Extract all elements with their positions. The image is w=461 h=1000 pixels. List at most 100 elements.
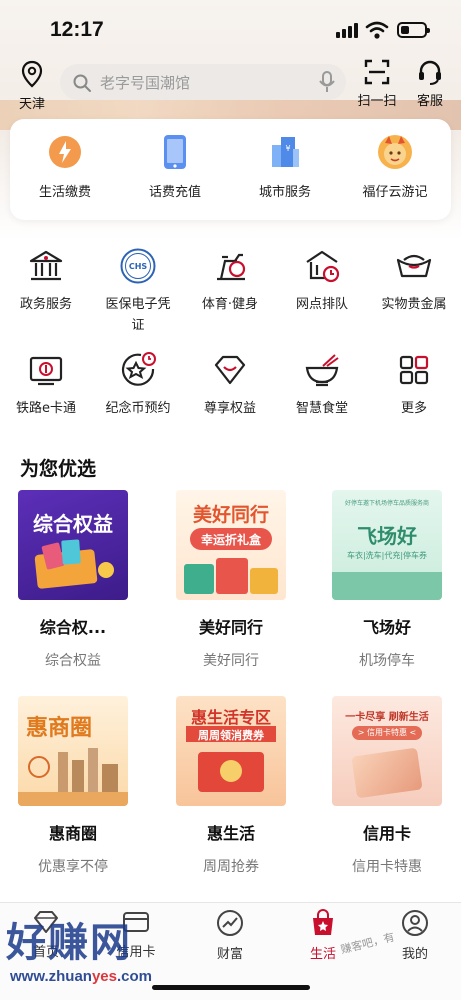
grid-item-smart-canteen[interactable]: 智慧食堂	[276, 350, 368, 419]
railway-card-icon	[29, 356, 63, 386]
scan-label: 扫一扫	[357, 94, 397, 109]
service-mascot-journey[interactable]: 福仔云游记	[340, 133, 450, 200]
city-icon: ¥	[272, 137, 299, 167]
battery-level	[401, 26, 409, 34]
gift-box-graphic	[216, 558, 248, 594]
offer-image-subtext: 幸运折礼盒	[200, 533, 261, 547]
car-graphic	[332, 572, 442, 600]
grid-item-exclusive-benefits[interactable]: 尊享权益	[184, 350, 276, 419]
grid-label: 网点排队	[295, 297, 348, 312]
grid-item-coin-reservation[interactable]: 纪念币预约	[92, 350, 184, 419]
location-pin-icon	[21, 60, 43, 88]
service-city[interactable]: ¥ 城市服务	[230, 133, 340, 200]
offer-card-benefits[interactable]: 综合权益 综合权... 综合权益	[8, 490, 138, 670]
grid-label: 纪念币预约	[105, 401, 171, 416]
service-label: 生活缴费	[38, 185, 91, 200]
coin-graphic	[220, 760, 242, 782]
offer-image-text: 惠商圈	[26, 716, 93, 741]
site-watermark: 好赚网	[6, 920, 132, 966]
service-phone-topup[interactable]: 话费充值	[120, 133, 230, 200]
offer-card-travel[interactable]: 美好同行 幸运折礼盒 美好同行 美好同行	[166, 490, 296, 670]
offer-image-subtext: > 信用卡特惠 <	[357, 728, 417, 737]
service-label: 福仔云游记	[362, 185, 428, 200]
grid-label: 医保电子凭证	[105, 297, 171, 333]
mascot-icon	[378, 135, 412, 169]
service-label: 城市服务	[258, 185, 311, 200]
offer-image-text: 美好同行	[192, 504, 269, 526]
watermark-url-suffix: .com	[116, 968, 152, 985]
offer-title: 飞场好	[362, 618, 411, 637]
grid-label: 政务服务	[19, 297, 72, 312]
microphone-icon[interactable]	[318, 70, 336, 94]
gift-box-graphic	[250, 568, 278, 594]
watermark-url-red: yes	[91, 968, 117, 985]
service-label: 客服	[416, 94, 443, 109]
offer-image: 惠商圈	[18, 696, 128, 806]
signal-icon	[336, 23, 358, 38]
offer-subtitle: 美好同行	[203, 653, 259, 669]
more-icon	[399, 355, 429, 385]
grid-item-precious-metals[interactable]: 实物贵金属	[368, 246, 460, 315]
grid-item-railway-card[interactable]: 铁路e卡通	[0, 350, 92, 419]
tab-label: 财富	[216, 947, 243, 962]
grid-item-more[interactable]: 更多	[368, 350, 460, 419]
status-bar: 12:17	[0, 0, 461, 58]
credit-card-graphic	[351, 747, 423, 799]
ground-graphic	[18, 792, 128, 806]
offer-title: 信用卡	[362, 824, 411, 843]
offer-image: 好停车邀下机场停车品质服务商 飞场好 车衣|洗车|代充|停车券	[332, 490, 442, 600]
offer-subtitle: 信用卡特惠	[352, 859, 422, 875]
offer-image: 综合权益	[18, 490, 128, 600]
offer-title: 惠生活	[206, 824, 255, 843]
phone-icon	[164, 135, 186, 169]
user-icon	[402, 910, 428, 936]
offer-subtitle: 优惠享不停	[38, 859, 108, 875]
grid-label: 更多	[400, 401, 427, 416]
site-watermark-url: www.zhuanyes.com	[10, 968, 152, 985]
grid-label: 体育·健身	[201, 297, 259, 312]
offer-card-business-district[interactable]: 惠商圈 惠商圈 优惠享不停	[8, 696, 138, 876]
building-graphic	[88, 748, 98, 792]
search-icon	[73, 74, 91, 92]
card-graphic	[61, 539, 81, 565]
customer-service-button[interactable]: 客服	[405, 58, 455, 109]
service-utility-payment[interactable]: 生活缴费	[10, 133, 120, 200]
search-bar[interactable]: 老字号国潮馆	[60, 64, 346, 100]
offer-image: 美好同行 幸运折礼盒	[176, 490, 286, 600]
offer-subtitle: 周周抢券	[203, 859, 259, 875]
tab-wealth[interactable]: 财富	[195, 909, 265, 962]
tab-label: 我的	[401, 947, 428, 962]
headset-icon	[419, 60, 441, 85]
branch-queue-icon	[306, 250, 340, 283]
grid-item-sports-fitness[interactable]: 体育·健身	[184, 246, 276, 315]
offer-card-credit-card[interactable]: 一卡尽享 刷新生活 > 信用卡特惠 < 信用卡 信用卡特惠	[322, 696, 452, 876]
battery-icon	[397, 22, 430, 38]
offer-card-life-zone[interactable]: 惠生活专区 周周领消费券 惠生活 周周抢券	[166, 696, 296, 876]
grid-label: 铁路e卡通	[16, 401, 76, 416]
offer-image-text: 惠生活专区	[190, 708, 271, 727]
scan-button[interactable]: 扫一扫	[352, 58, 402, 109]
offer-subtitle: 综合权益	[45, 653, 101, 669]
offer-image: 一卡尽享 刷新生活 > 信用卡特惠 <	[332, 696, 442, 806]
location-selector[interactable]: 天津	[12, 60, 52, 112]
offer-title: 惠商圈	[48, 824, 97, 843]
gift-box-graphic	[184, 564, 214, 594]
grid-label: 尊享权益	[203, 401, 256, 416]
grid-item-branch-queue[interactable]: 网点排队	[276, 246, 368, 315]
building-graphic	[72, 760, 84, 792]
grid-item-medical-insurance[interactable]: CHS 医保电子凭证	[92, 246, 184, 336]
service-label: 话费充值	[148, 185, 201, 200]
chart-icon	[217, 910, 243, 936]
scan-icon	[364, 59, 390, 85]
chs-badge-text: CHS	[129, 262, 148, 271]
coin-icon	[121, 352, 156, 386]
coin-graphic	[98, 562, 114, 578]
building-graphic	[58, 752, 68, 792]
offer-image-subtext: 车衣|洗车|代充|停车券	[346, 551, 428, 560]
offer-image-text: 一卡尽享 刷新生活	[345, 712, 429, 723]
offer-card-airport-parking[interactable]: 好停车邀下机场停车品质服务商 飞场好 车衣|洗车|代充|停车券 飞场好 机场停车	[322, 490, 452, 670]
building-graphic	[102, 764, 118, 792]
wifi-icon	[365, 21, 389, 39]
grid-item-government[interactable]: 政务服务	[0, 246, 92, 315]
svg-text:¥: ¥	[285, 144, 290, 153]
